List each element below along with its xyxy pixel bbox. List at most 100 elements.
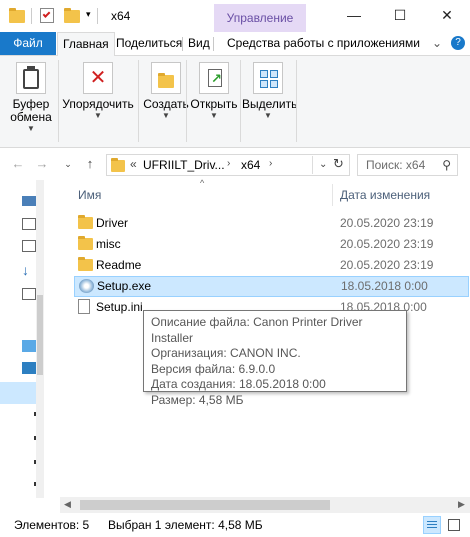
open-icon: ↗ <box>199 62 229 94</box>
history-dropdown-icon[interactable]: ⌄ <box>312 156 327 174</box>
file-date: 18.05.2018 0:00 <box>341 279 428 293</box>
address-row: ← → ⌄ ↑ « UFRIILT_Driv... › x64 › ⌄ ↻ По… <box>0 150 470 180</box>
search-placeholder: Поиск: x64 <box>366 158 426 172</box>
large-icons-view-icon[interactable] <box>445 516 463 534</box>
new-label: Создать <box>143 97 189 111</box>
close-button[interactable]: ✕ <box>424 0 470 32</box>
breadcrumb-ufriilt[interactable]: UFRIILT_Driv... <box>143 158 225 172</box>
tab-app-tools[interactable]: Средства работы с приложениями <box>222 32 425 55</box>
address-bar[interactable]: « UFRIILT_Driv... › x64 › ⌄ ↻ <box>106 154 350 176</box>
file-name: Driver <box>96 216 128 230</box>
ribbon-tabs: Файл Главная Поделиться Вид Средства раб… <box>0 32 470 56</box>
nav-selected-item[interactable] <box>0 382 36 404</box>
file-name: misc <box>96 237 121 251</box>
tab-file[interactable]: Файл <box>0 32 56 55</box>
maximize-button[interactable]: ☐ <box>377 0 423 32</box>
delete-icon: ✕ <box>83 62 113 94</box>
list-item[interactable]: Driver 20.05.2020 23:19 <box>74 213 470 234</box>
file-date: 20.05.2020 23:19 <box>340 237 434 251</box>
recent-locations-icon[interactable]: ⌄ <box>60 156 76 172</box>
open-button[interactable]: ↗ Открыть ▼ <box>188 60 240 142</box>
nav-drive-icon[interactable] <box>22 288 36 300</box>
folder-icon <box>78 257 93 271</box>
breadcrumb-overflow[interactable]: « <box>130 157 137 171</box>
file-date: 20.05.2020 23:19 <box>340 216 434 230</box>
nav-drive-icon[interactable] <box>22 362 36 374</box>
clipboard-button[interactable]: Буфер обмена ▼ <box>5 60 57 142</box>
forward-icon[interactable]: → <box>34 156 50 172</box>
help-icon[interactable]: ? <box>451 36 465 50</box>
setup-exe-icon <box>79 279 94 293</box>
tab-view[interactable]: Вид <box>183 32 215 55</box>
customize-toolbar-icon[interactable]: ▾ <box>86 9 91 20</box>
window-title: x64 <box>111 9 131 23</box>
search-icon: ⚲ <box>442 158 451 172</box>
nav-downloads-icon[interactable]: ↓ <box>22 263 36 277</box>
chevron-down-icon: ▼ <box>162 111 170 120</box>
file-name: Setup.exe <box>97 279 152 293</box>
nav-documents-icon[interactable] <box>22 218 36 230</box>
file-name: Setup.ini <box>96 300 143 314</box>
sort-ascending-icon: ^ <box>200 178 205 188</box>
chevron-down-icon: ▼ <box>27 124 35 133</box>
tooltip-size: Размер: 4,58 МБ <box>151 392 244 407</box>
breadcrumb-x64[interactable]: x64 <box>241 158 260 172</box>
file-tooltip: Описание файла: Canon Printer Driver Ins… <box>143 310 407 407</box>
column-header-name[interactable]: Имя <box>78 188 101 202</box>
scroll-right-icon[interactable]: ▶ <box>458 499 465 510</box>
open-label: Открыть <box>190 97 238 111</box>
tooltip-version: Версия файла: 6.9.0.0 <box>151 361 276 376</box>
file-name: Readme <box>96 258 142 272</box>
folder-icon <box>111 158 125 172</box>
up-icon[interactable]: ↑ <box>82 156 98 172</box>
chevron-right-icon[interactable]: › <box>269 158 272 169</box>
properties-icon[interactable] <box>40 8 56 24</box>
horizontal-scrollbar-thumb[interactable] <box>80 500 330 510</box>
status-selection: Выбран 1 элемент: 4,58 МБ <box>108 518 263 532</box>
clipboard-label: Буфер обмена <box>10 97 52 124</box>
chevron-down-icon: ▼ <box>210 111 218 120</box>
details-view-icon[interactable] <box>423 516 441 534</box>
organize-button[interactable]: ✕ Упорядочить ▼ <box>60 60 136 142</box>
chevron-right-icon[interactable]: › <box>227 158 230 169</box>
list-item[interactable]: Readme 20.05.2020 23:19 <box>74 255 470 276</box>
title-bar: ▾ x64 Управление — ☐ ✕ <box>0 0 470 32</box>
horizontal-scrollbar[interactable]: ◀ ▶ <box>60 497 470 513</box>
scroll-left-icon[interactable]: ◀ <box>64 499 71 510</box>
file-date: 20.05.2020 23:19 <box>340 258 434 272</box>
select-label: Выделить <box>242 97 298 111</box>
nav-network-icon[interactable] <box>22 340 36 352</box>
folder-icon <box>9 8 25 24</box>
search-input[interactable]: Поиск: x64 ⚲ <box>357 154 458 176</box>
nav-scrollbar[interactable] <box>36 180 44 498</box>
nav-pc-icon[interactable] <box>22 196 36 206</box>
minimize-button[interactable]: — <box>331 0 377 32</box>
ini-file-icon <box>78 299 90 314</box>
folder-icon <box>78 215 93 229</box>
status-bar: Элементов: 5 Выбран 1 элемент: 4,58 МБ <box>0 513 470 537</box>
nav-drive-icon[interactable] <box>22 240 36 252</box>
folder-icon <box>78 236 93 250</box>
tooltip-company: Организация: CANON INC. <box>151 346 301 360</box>
collapse-ribbon-icon[interactable]: ⌄ <box>432 36 442 50</box>
navigation-pane: ↓ <box>0 180 44 498</box>
nav-scrollbar-thumb[interactable] <box>37 295 43 375</box>
chevron-down-icon: ▼ <box>94 111 102 120</box>
select-button[interactable]: Выделить ▼ <box>242 60 298 142</box>
tab-manage[interactable]: Управление <box>214 4 306 32</box>
list-item-selected[interactable]: Setup.exe 18.05.2018 0:00 <box>74 276 469 297</box>
new-folder-icon[interactable] <box>64 8 80 24</box>
new-button[interactable]: Создать ▼ <box>140 60 192 142</box>
status-item-count: Элементов: 5 <box>14 518 90 532</box>
tooltip-created: Дата создания: 18.05.2018 0:00 <box>151 377 326 391</box>
new-folder-icon <box>151 62 181 94</box>
refresh-icon[interactable]: ↻ <box>333 156 344 172</box>
organize-label: Упорядочить <box>62 97 134 111</box>
list-item[interactable]: misc 20.05.2020 23:19 <box>74 234 470 255</box>
back-icon[interactable]: ← <box>10 156 26 172</box>
column-header-date[interactable]: Дата изменения <box>340 188 430 202</box>
ribbon: Буфер обмена ▼ ✕ Упорядочить ▼ Создать ▼… <box>0 56 470 148</box>
tab-share[interactable]: Поделиться <box>111 32 187 55</box>
tab-home[interactable]: Главная <box>57 32 115 56</box>
select-all-icon <box>253 62 283 94</box>
